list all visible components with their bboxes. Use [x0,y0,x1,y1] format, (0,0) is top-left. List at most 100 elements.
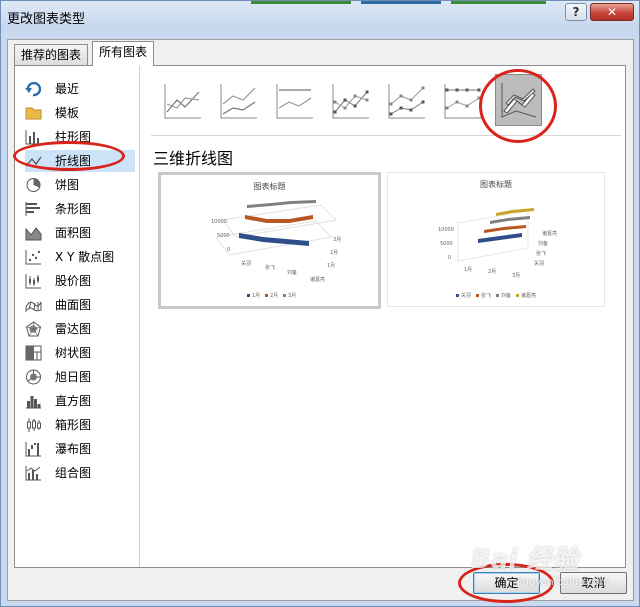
axis-value: 5000 [217,233,230,239]
sidebar-item-label: 曲面图 [55,298,92,312]
sidebar-item-bar[interactable]: 条形图 [25,198,135,220]
axis-value: 0 [448,255,451,261]
subtype-percent-stacked-line[interactable] [271,74,318,126]
dialog-content: 推荐的图表 所有图表 最近 模板 柱形图 折线图 饼图 条形图 面积图 X Y … [7,39,634,601]
category-label: 2月 [488,269,496,275]
close-button[interactable]: ✕ [590,3,634,21]
percent-stacked-line-subtype-icon [276,84,313,119]
preview-3d-line-chart: 10000 5000 0 关羽 张飞 刘备 诸葛亮 3月 2月 1月 1月 2月 [211,200,341,299]
legend-marker [496,294,499,297]
line-chart-icon [25,156,42,167]
sidebar-item-line[interactable]: 折线图 [25,150,135,172]
subtype-3d-line[interactable] [495,74,542,126]
subtype-percent-stacked-line-markers[interactable] [439,74,486,126]
sidebar-item-label: 组合图 [55,466,92,480]
stacked-line-markers-subtype-icon [388,84,425,119]
legend-entry: 3月 [288,293,296,299]
sidebar-item-waterfall[interactable]: 瀑布图 [25,438,135,460]
legend-entry: 刘备 [501,292,511,299]
sidebar-item-sunburst[interactable]: 旭日图 [25,366,135,388]
subtype-line[interactable] [159,74,206,126]
bar-chart-icon [25,202,40,216]
axis-value: 10000 [211,219,227,225]
histogram-chart-icon [26,396,41,409]
watermark-logo: Bai 经验 [471,545,579,575]
depth-label: 1月 [327,263,335,269]
surface-chart-icon [25,301,42,313]
dialog-title: 更改图表类型 [7,12,86,27]
chart-category-list: 最近 模板 柱形图 折线图 饼图 条形图 面积图 X Y 散点图 股价图 曲面图… [15,66,140,567]
tab-recommended-charts[interactable]: 推荐的图表 [14,44,89,66]
chart-preview-2[interactable]: 图表标题 10000 5000 0 1月 2月 3月 诸葛亮 刘备 张飞 关羽 … [387,172,605,307]
sidebar-item-recent[interactable]: 最近 [25,78,135,100]
sidebar-item-area[interactable]: 面积图 [25,222,135,244]
category-label: 刘备 [287,269,297,276]
3d-line-subtype-icon [501,83,537,118]
sidebar-item-label: 直方图 [55,394,92,408]
depth-label: 刘备 [538,240,548,247]
sidebar-item-label: 树状图 [55,346,92,360]
title-strip [361,1,441,4]
sidebar-item-label: 箱形图 [55,418,92,432]
sidebar-item-label: 股价图 [55,274,92,288]
sidebar-item-surface[interactable]: 曲面图 [25,294,135,316]
sidebar-item-treemap[interactable]: 树状图 [25,342,135,364]
legend-marker [247,294,250,297]
sidebar-item-box-whisker[interactable]: 箱形图 [25,414,135,436]
subtype-title: 三维折线图 [153,149,234,168]
series-关羽 [478,233,522,243]
preview-3d-line-chart: 10000 5000 0 1月 2月 3月 诸葛亮 刘备 张飞 关羽 关羽 张飞 [438,208,557,299]
title-strip [251,1,351,4]
sidebar-item-label: 柱形图 [55,130,92,144]
radar-chart-icon [25,321,42,337]
subtype-line-markers[interactable] [327,74,374,126]
sidebar-item-scatter[interactable]: X Y 散点图 [25,246,135,268]
sidebar-item-stock[interactable]: 股价图 [25,270,135,292]
combo-chart-icon [25,466,41,481]
legend-entry: 1月 [252,293,260,299]
depth-label: 张飞 [536,250,546,257]
subtype-stacked-line-markers[interactable] [383,74,430,126]
legend-marker [476,294,479,297]
axis-value: 5000 [440,241,453,247]
legend-marker [265,294,268,297]
series-3月 [247,200,316,208]
stock-chart-icon [25,274,41,289]
sidebar-item-label: 最近 [55,82,80,96]
title-strip [451,1,546,4]
category-label: 1月 [464,267,472,273]
sidebar-item-pie[interactable]: 饼图 [25,174,135,196]
sidebar-item-label: 瀑布图 [55,442,92,456]
scatter-chart-icon [25,250,41,265]
axis-value: 0 [227,247,230,253]
sidebar-item-column[interactable]: 柱形图 [25,126,135,148]
help-button[interactable]: ? [565,3,587,21]
column-chart-icon [25,130,41,145]
chart-type-panel: 最近 模板 柱形图 折线图 饼图 条形图 面积图 X Y 散点图 股价图 曲面图… [14,65,626,568]
legend-entry: 2月 [270,293,278,299]
depth-label: 2月 [330,250,338,256]
category-label: 关羽 [241,260,251,267]
chart-preview-1[interactable]: 图表标题 10000 5000 0 关羽 张飞 刘备 诸葛亮 3月 2月 1月 … [158,172,381,309]
treemap-chart-icon [25,345,42,361]
stacked-line-subtype-icon [220,84,257,119]
title-bar[interactable]: 更改图表类型 ? ✕ [1,1,639,31]
legend-marker [283,294,286,297]
sidebar-item-templates[interactable]: 模板 [25,102,135,124]
sidebar-item-radar[interactable]: 雷达图 [25,318,135,340]
sidebar-item-label: 饼图 [55,178,80,192]
series-1月 [239,233,309,246]
line-markers-subtype-icon [332,84,369,119]
subtype-stacked-line[interactable] [215,74,262,126]
tab-all-charts[interactable]: 所有图表 [92,41,155,66]
legend-entry: 关羽 [461,292,471,299]
series-张飞 [484,225,526,233]
sidebar-item-combo[interactable]: 组合图 [25,462,135,484]
sidebar-item-histogram[interactable]: 直方图 [25,390,135,412]
series-刘备 [490,216,530,224]
sidebar-item-label: 面积图 [55,226,92,240]
depth-label: 诸葛亮 [542,230,557,237]
divider [151,135,621,136]
depth-label: 关羽 [534,260,544,267]
legend-marker [516,294,519,297]
